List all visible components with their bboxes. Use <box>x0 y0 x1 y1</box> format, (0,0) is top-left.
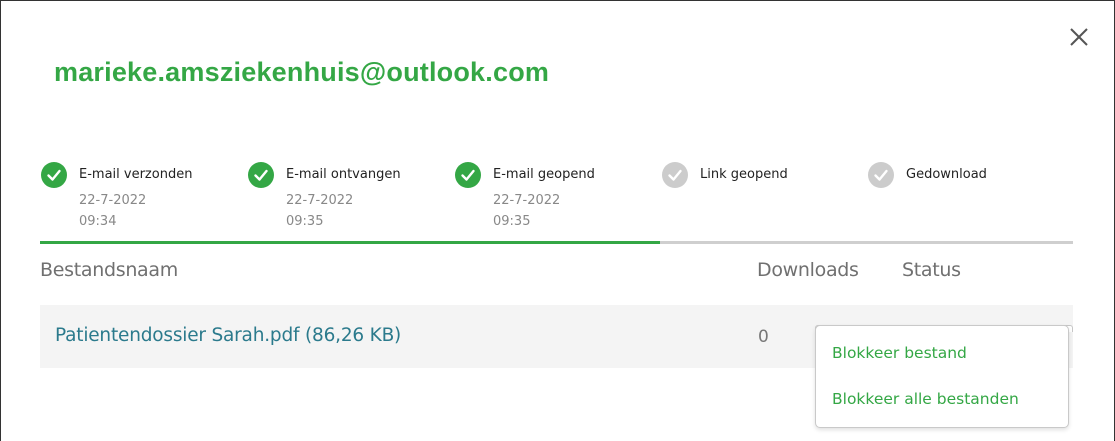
step-label: Link geopend <box>700 167 788 182</box>
step-time: 09:35 <box>493 214 531 229</box>
checkmark-icon <box>248 162 274 188</box>
step-label: E-mail verzonden <box>79 167 193 182</box>
step-date: 22-7-2022 <box>79 193 147 208</box>
step-label: Gedownload <box>906 167 987 182</box>
step-label: E-mail ontvangen <box>286 167 401 182</box>
status-dropdown-menu: Blokkeer bestand Blokkeer alle bestanden <box>815 325 1069 428</box>
close-icon[interactable] <box>1065 23 1093 51</box>
column-header-downloads: Downloads <box>757 259 859 281</box>
progress-bar-fill <box>40 241 660 244</box>
menu-item-block-all-files[interactable]: Blokkeer alle bestanden <box>832 390 1019 408</box>
column-header-status: Status <box>902 259 961 281</box>
menu-item-block-file[interactable]: Blokkeer bestand <box>832 344 967 362</box>
file-link[interactable]: Patientendossier Sarah.pdf (86,26 KB) <box>55 325 401 346</box>
checkmark-icon <box>455 162 481 188</box>
step-label: E-mail geopend <box>493 167 595 182</box>
progress-bar <box>40 241 1073 244</box>
step-date: 22-7-2022 <box>493 193 561 208</box>
recipient-email: marieke.amsziekenhuis@outlook.com <box>54 57 550 87</box>
tracking-dialog: marieke.amsziekenhuis@outlook.com E-mail… <box>0 0 1115 441</box>
column-header-filename: Bestandsnaam <box>40 259 178 281</box>
step-date: 22-7-2022 <box>286 193 354 208</box>
step-time: 09:34 <box>79 214 117 229</box>
checkmark-icon-inactive <box>868 162 894 188</box>
checkmark-icon <box>41 162 67 188</box>
step-time: 09:35 <box>286 214 324 229</box>
download-count: 0 <box>758 327 769 347</box>
checkmark-icon-inactive <box>662 162 688 188</box>
